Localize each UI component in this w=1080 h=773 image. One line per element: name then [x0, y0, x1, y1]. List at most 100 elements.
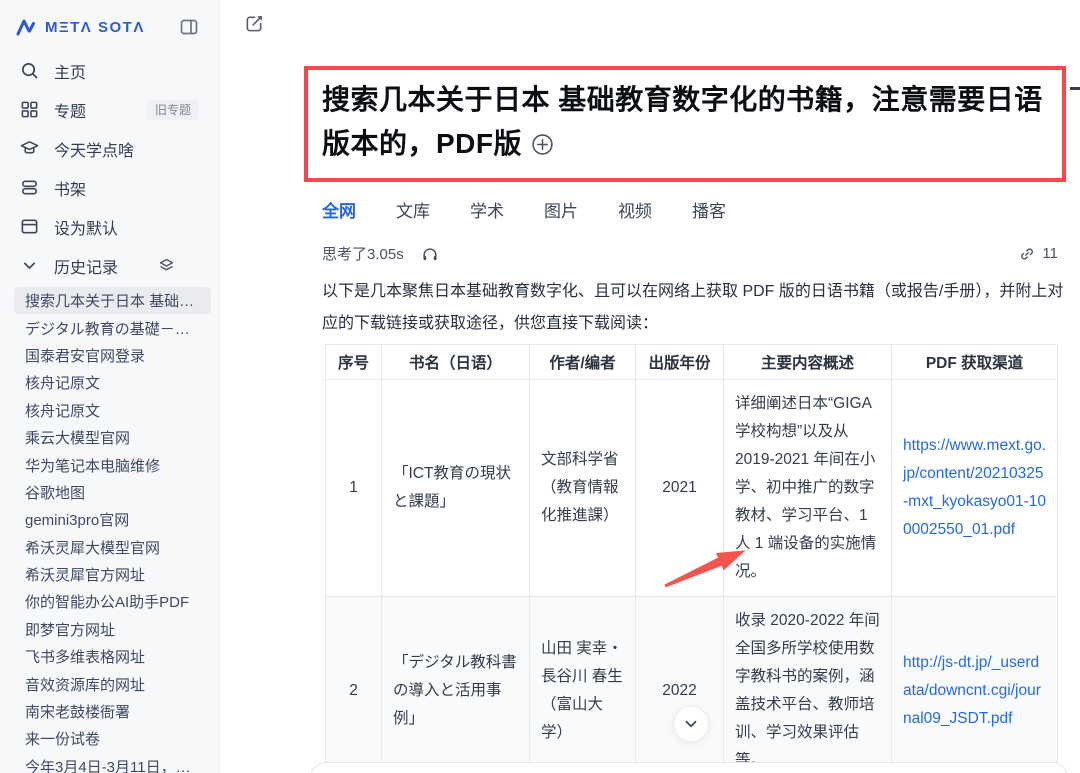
pdf-link[interactable]: http://js-dt.jp/_userdata/downcnt.cgi/jo…: [903, 654, 1041, 727]
cell-summary: 收录 2020-2022 年间全国多所学校使用数字教科书的案例，涵盖技术平台、教…: [724, 597, 892, 773]
scroll-to-bottom-button[interactable]: [673, 706, 709, 742]
col-header-author: 作者/编者: [530, 345, 636, 380]
cell-title: 「ICT教育の現状と課題」: [382, 380, 530, 597]
history-item-label: 核舟记原文: [25, 400, 100, 421]
tab-academic[interactable]: 学术: [470, 197, 504, 222]
history-item[interactable]: 搜索几本关于日本 基础…: [14, 287, 211, 314]
browser-window-icon: [20, 217, 39, 236]
sidebar-header: MΞTΛ SOTΛ: [0, 12, 219, 42]
history-item[interactable]: 今年3月4日-3月11日，…: [14, 753, 211, 773]
history-item-label: 来一份试卷: [25, 728, 100, 749]
graduation-cap-icon: [20, 139, 39, 158]
history-item[interactable]: 即梦官方网址: [14, 616, 211, 643]
cell-author: 山田 実幸・長谷川 春生（富山大学）: [530, 597, 636, 773]
table-row: 2 「デジタル教科書の導入と活用事例」 山田 実幸・長谷川 春生（富山大学） 2…: [326, 597, 1058, 773]
chevron-down-icon: [20, 256, 39, 275]
history-item-label: 搜索几本关于日本 基础…: [25, 290, 194, 311]
sidebar-item-label: 设为默认: [54, 215, 118, 239]
cell-pdf-link: https://www.mext.go.jp/content/20210325-…: [892, 380, 1058, 597]
sidebar-item-set-default[interactable]: 设为默认: [0, 207, 219, 246]
history-item-label: 希沃灵犀官方网址: [25, 564, 145, 585]
history-item[interactable]: 谷歌地图: [14, 479, 211, 506]
history-item-label: 希沃灵犀大模型官网: [25, 537, 160, 558]
table-row: 1 「ICT教育の現状と課題」 文部科学省（教育情報化推進課） 2021 详细阐…: [326, 380, 1058, 597]
old-topics-badge[interactable]: 旧专题: [147, 100, 199, 120]
history-item[interactable]: 音效资源库的网址: [14, 670, 211, 697]
history-item[interactable]: 乘云大模型官网: [14, 424, 211, 451]
col-header-title: 书名（日语）: [382, 345, 530, 380]
sidebar-item-label: 主页: [54, 59, 86, 83]
cell-year: 2022: [636, 597, 724, 773]
sidebar-item-bookshelf[interactable]: 书架: [0, 168, 219, 207]
tab-images[interactable]: 图片: [544, 197, 578, 222]
new-chat-icon[interactable]: [245, 14, 264, 33]
history-item-label: gemini3pro官网: [25, 509, 129, 530]
history-item[interactable]: 南宋老鼓楼衙署: [14, 698, 211, 725]
headphones-icon[interactable]: [421, 245, 439, 263]
sidebar-item-topics[interactable]: 专题 旧专题: [0, 90, 219, 129]
answer-meta-row: 思考了3.05s 11: [322, 243, 1058, 264]
sidebar-item-label: 今天学点啥: [54, 137, 134, 161]
app-window: MΞTΛ SOTΛ 主页 专题 旧专题: [0, 0, 1080, 773]
history-item-label: 音效资源库的网址: [25, 674, 145, 695]
metasota-logo-icon: [16, 18, 40, 36]
col-header-no: 序号: [326, 345, 382, 380]
plus-circle-icon[interactable]: [531, 125, 554, 169]
history-item-label: 飞书多维表格网址: [25, 646, 145, 667]
cell-summary: 详细阐述日本“GIGA 学校构想”以及从 2019-2021 年间在小学、初中推…: [724, 380, 892, 597]
pdf-link[interactable]: https://www.mext.go.jp/content/20210325-…: [903, 437, 1046, 538]
sources-counter[interactable]: 11: [1019, 245, 1058, 262]
grid-icon: [20, 100, 39, 119]
search-icon: [20, 61, 39, 80]
history-item-label: 南宋老鼓楼衙署: [25, 701, 130, 722]
sidebar: MΞTΛ SOTΛ 主页 专题 旧专题: [0, 0, 220, 773]
history-item[interactable]: デジタル教育の基礎－…: [14, 314, 211, 341]
followup-input-box[interactable]: [310, 762, 1068, 773]
sources-count: 11: [1042, 245, 1058, 262]
cell-title: 「デジタル教科書の導入と活用事例」: [382, 597, 530, 773]
history-item[interactable]: 希沃灵犀官方网址: [14, 561, 211, 588]
col-header-summary: 主要内容概述: [724, 345, 892, 380]
history-item[interactable]: 你的智能办公AI助手PDF: [14, 588, 211, 615]
history-item[interactable]: 来一份试卷: [14, 725, 211, 752]
history-item[interactable]: 核舟记原文: [14, 397, 211, 424]
history-item-label: 谷歌地图: [25, 482, 85, 503]
col-header-year: 出版年份: [636, 345, 724, 380]
history-item[interactable]: 国泰君安官网登录: [14, 342, 211, 369]
history-item[interactable]: 华为笔记本电脑维修: [14, 451, 211, 478]
layers-icon[interactable]: [158, 257, 175, 274]
app-logo[interactable]: MΞTΛ SOTΛ: [16, 18, 145, 36]
history-item-label: 华为笔记本电脑维修: [25, 455, 160, 476]
history-item[interactable]: gemini3pro官网: [14, 506, 211, 533]
sidebar-item-home[interactable]: 主页: [0, 51, 219, 90]
history-item-label: 乘云大模型官网: [25, 427, 130, 448]
history-item-label: 今年3月4日-3月11日，…: [25, 756, 191, 773]
cell-no: 1: [326, 380, 382, 597]
col-header-pdf: PDF 获取渠道: [892, 345, 1058, 380]
tab-podcasts[interactable]: 播客: [692, 197, 726, 222]
table-header-row: 序号 书名（日语） 作者/编者 出版年份 主要内容概述 PDF 获取渠道: [326, 345, 1058, 380]
cell-year: 2021: [636, 380, 724, 597]
thinking-time[interactable]: 思考了3.05s: [322, 243, 404, 264]
tab-all-web[interactable]: 全网: [322, 197, 356, 222]
history-item-label: 即梦官方网址: [25, 619, 115, 640]
history-item-label: 国泰君安官网登录: [25, 345, 145, 366]
sidebar-item-history[interactable]: 历史记录: [0, 246, 219, 285]
history-list: 搜索几本关于日本 基础… デジタル教育の基礎－… 国泰君安官网登录 核舟记原文 …: [0, 287, 219, 773]
history-item[interactable]: 希沃灵犀大模型官网: [14, 534, 211, 561]
edge-tick-mark: [1070, 87, 1080, 90]
collapse-sidebar-icon[interactable]: [179, 17, 199, 37]
search-scope-tabs: 全网 文库 学术 图片 视频 播客: [322, 197, 726, 222]
sidebar-item-label: 专题: [54, 98, 86, 122]
history-item[interactable]: 核舟记原文: [14, 369, 211, 396]
bookshelf-icon: [20, 178, 39, 197]
query-title-text: 搜索几本关于日本 基础教育数字化的书籍，注意需要日语版本的，PDF版: [322, 84, 1043, 159]
sidebar-item-learn-today[interactable]: 今天学点啥: [0, 129, 219, 168]
chevron-down-icon: [682, 715, 700, 733]
query-title-annotation-box: 搜索几本关于日本 基础教育数字化的书籍，注意需要日语版本的，PDF版: [304, 66, 1066, 182]
tab-library[interactable]: 文库: [396, 197, 430, 222]
app-logo-text: MΞTΛ SOTΛ: [45, 19, 145, 36]
tab-videos[interactable]: 视频: [618, 197, 652, 222]
sidebar-item-label: 书架: [54, 176, 86, 200]
history-item[interactable]: 飞书多维表格网址: [14, 643, 211, 670]
